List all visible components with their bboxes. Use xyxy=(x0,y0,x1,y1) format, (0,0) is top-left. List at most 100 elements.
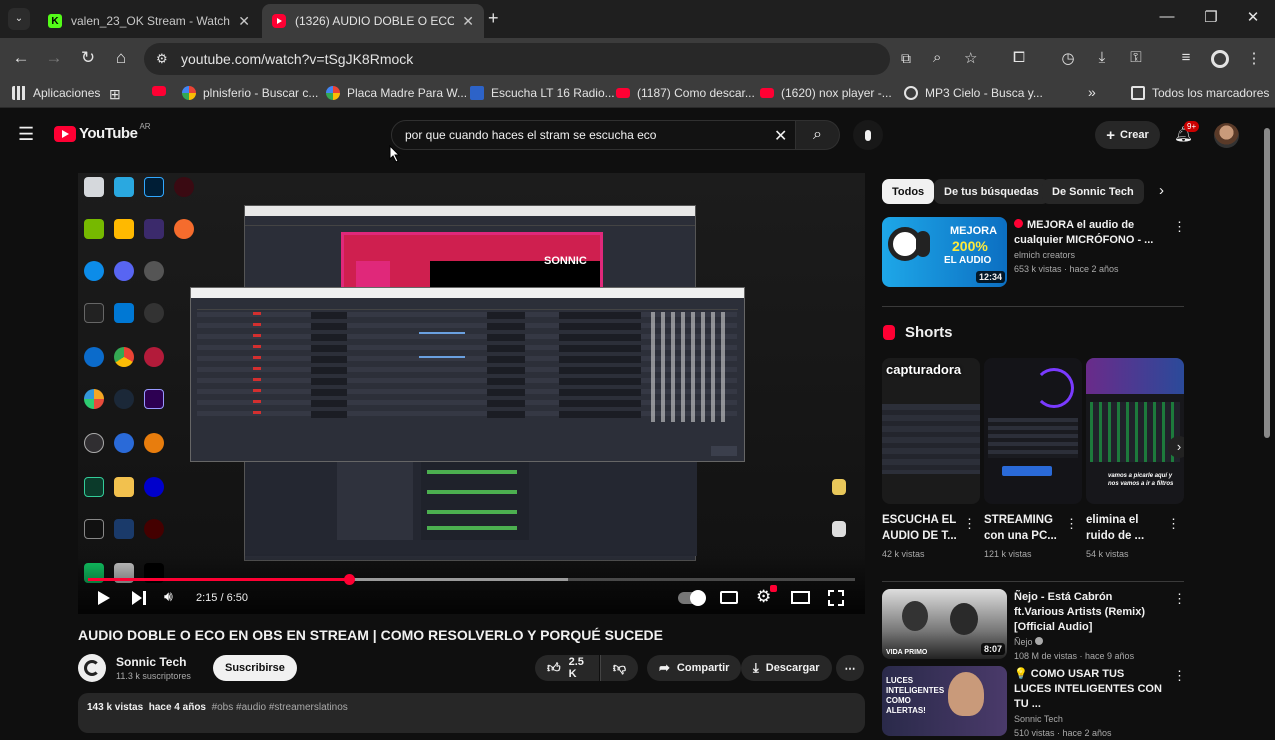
short-thumbnail[interactable]: capturadora xyxy=(882,358,980,504)
short-menu-icon[interactable]: ⋮ xyxy=(1167,516,1180,532)
description-box[interactable]: 143 k vistas hace 4 años #obs #audio #st… xyxy=(78,693,865,733)
theater-mode-icon[interactable] xyxy=(791,591,810,604)
chips-next-chevron-icon[interactable]: › xyxy=(1159,182,1164,199)
bookmark-radio[interactable]: Escucha LT 16 Radio... xyxy=(470,86,615,100)
kick-icon: K xyxy=(48,14,62,28)
rec-info[interactable]: 💡 COMO USAR TUS LUCES INTELIGENTES CON T… xyxy=(1014,667,1164,740)
short-menu-icon[interactable]: ⋮ xyxy=(963,516,976,532)
new-tab-button[interactable]: + xyxy=(488,8,499,29)
url-text[interactable]: youtube.com/watch?v=tSgJK8Rmock xyxy=(181,51,413,67)
install-app-icon[interactable]: ⧉ xyxy=(901,50,911,67)
obs-brand-text: SONNIC xyxy=(544,255,587,267)
account-avatar[interactable] xyxy=(1214,123,1239,148)
profile-icon[interactable] xyxy=(1211,50,1229,68)
page-scrollbar[interactable] xyxy=(1264,128,1270,438)
settings-hd-badge xyxy=(770,585,777,592)
more-actions-button[interactable]: ⋯ xyxy=(836,655,864,681)
red-circle-icon xyxy=(1014,219,1023,228)
shorts-header: Shorts xyxy=(883,324,953,341)
youtube-favicon-icon xyxy=(152,86,166,96)
short-thumbnail[interactable]: vamos a picarle aquí y nos vamos a ir a … xyxy=(1086,358,1184,504)
rec-thumbnail[interactable]: MEJORA 200% EL AUDIO 12:34 xyxy=(882,217,1007,287)
volume-icon[interactable]: 🔊︎ xyxy=(164,588,173,605)
scrubber-handle[interactable] xyxy=(344,574,355,585)
notifications-button[interactable]: 🔔︎ 9+ xyxy=(1174,121,1200,144)
fullscreen-icon[interactable] xyxy=(828,590,844,606)
rec-menu-icon[interactable]: ⋮ xyxy=(1173,591,1186,607)
bookmark-google-2[interactable]: Placa Madre Para W... xyxy=(326,86,467,100)
restore-icon[interactable]: ❐ xyxy=(1196,8,1226,26)
home-icon[interactable]: ⌂ xyxy=(109,48,133,68)
close-tab-icon[interactable]: ✕ xyxy=(462,13,474,30)
subscribe-button[interactable]: Suscribirse xyxy=(213,655,297,681)
extensions-icon[interactable]: ⧠ xyxy=(1008,49,1030,66)
bookmark-youtube-1620[interactable]: (1620) nox player -... xyxy=(760,86,892,100)
rec-info[interactable]: Ñejo - Está Cabrón ft.Various Artists (R… xyxy=(1014,590,1164,663)
short-info[interactable]: ESCUCHA EL AUDIO DE T... 42 k vistas xyxy=(882,512,964,561)
bookmark-google-1[interactable]: plnisferio - Buscar c... xyxy=(182,86,318,100)
chip-todos[interactable]: Todos xyxy=(882,179,935,204)
address-bar[interactable]: ⚙ youtube.com/watch?v=tSgJK8Rmock ⧉ ⌕ ☆ xyxy=(144,43,977,75)
rec-menu-icon[interactable]: ⋮ xyxy=(1173,219,1186,235)
media-control-icon[interactable]: ≡ xyxy=(1175,49,1197,66)
tab-youtube-video[interactable]: (1326) AUDIO DOBLE O ECO EN... ✕ xyxy=(262,4,484,38)
downloads-icon[interactable]: ⤓ xyxy=(1091,49,1113,66)
reload-icon[interactable]: ↻ xyxy=(76,48,100,68)
next-icon[interactable] xyxy=(132,591,146,605)
password-key-icon[interactable]: ⚿ xyxy=(1125,49,1147,66)
divider xyxy=(882,581,1184,582)
search-input[interactable]: por que cuando haces el stram se escucha… xyxy=(391,120,796,150)
bookmark-apps[interactable]: Aplicaciones xyxy=(12,86,100,100)
bookmark-grid[interactable]: ⊞ xyxy=(109,86,121,103)
back-icon[interactable]: ← xyxy=(9,48,33,68)
microphone-icon xyxy=(865,129,871,141)
forward-icon[interactable]: → xyxy=(42,48,66,68)
site-info-icon[interactable]: ⚙ xyxy=(156,51,168,67)
bookmarks-overflow-chevron[interactable]: » xyxy=(1088,84,1096,100)
progress-bar[interactable] xyxy=(88,574,855,585)
download-button[interactable]: ⤓ Descargar xyxy=(741,655,832,681)
minimize-icon[interactable]: — xyxy=(1152,8,1182,25)
youtube-logo[interactable]: YouTube AR xyxy=(54,122,151,142)
rec-thumbnail[interactable]: LUCES INTELIGENTES COMO ALERTAS! xyxy=(882,666,1007,736)
search-button[interactable]: ⌕ xyxy=(796,120,840,150)
guide-menu-icon[interactable]: ☰ xyxy=(18,124,34,145)
video-player[interactable]: SONNIC 🔊︎ 2:15 / 6:50 ⚙ xyxy=(78,173,865,614)
tab-search-button[interactable]: ⌄ xyxy=(8,8,30,30)
create-button[interactable]: + Crear xyxy=(1095,121,1160,149)
time-display: 2:15 / 6:50 xyxy=(196,592,248,604)
bookmark-star-icon[interactable]: ☆ xyxy=(964,49,977,67)
history-icon[interactable]: ◷ xyxy=(1057,49,1079,67)
short-menu-icon[interactable]: ⋮ xyxy=(1065,516,1078,532)
close-tab-icon[interactable]: ✕ xyxy=(238,13,250,30)
play-icon[interactable] xyxy=(98,591,110,605)
tab-kick-stream[interactable]: K valen_23_OK Stream - Watch Li... ✕ xyxy=(38,4,260,38)
bookmark-mp3[interactable]: MP3 Cielo - Busca y... xyxy=(904,86,1043,100)
dislike-button[interactable]: 👎︎ xyxy=(600,655,638,681)
rec-thumbnail[interactable]: VIDA PRIMO 8:07 xyxy=(882,589,1007,659)
close-window-icon[interactable]: ✕ xyxy=(1238,8,1268,26)
short-thumbnail[interactable] xyxy=(984,358,1082,504)
download-icon: ⤓ xyxy=(753,660,759,675)
menu-kebab-icon[interactable]: ⋮ xyxy=(1243,49,1265,67)
bookmark-all[interactable]: Todos los marcadores xyxy=(1131,86,1269,100)
voice-search-button[interactable] xyxy=(853,120,883,150)
share-button[interactable]: ➦ Compartir xyxy=(647,655,742,681)
channel-avatar[interactable] xyxy=(78,654,106,682)
bookmark-youtube-1187[interactable]: (1187) Como descar... xyxy=(616,86,755,100)
channel-name[interactable]: Sonnic Tech xyxy=(116,655,186,669)
autoplay-toggle[interactable] xyxy=(678,590,706,606)
subtitles-icon[interactable] xyxy=(720,591,738,604)
clear-search-icon[interactable]: ✕ xyxy=(774,126,787,146)
zoom-icon[interactable]: ⌕ xyxy=(933,49,941,66)
rec-info[interactable]: MEJORA el audio de cualquier MICRÓFONO -… xyxy=(1014,218,1164,276)
shorts-next-button[interactable]: › xyxy=(1168,436,1184,458)
bookmark-youtube[interactable] xyxy=(152,86,173,96)
chip-de-tus-busquedas[interactable]: De tus búsquedas xyxy=(934,179,1049,204)
like-button[interactable]: 👍︎ 2.5 K xyxy=(535,655,599,681)
short-info[interactable]: elimina el ruido de ... 54 k vistas xyxy=(1086,512,1168,561)
short-info[interactable]: STREAMING con una PC... 121 k vistas xyxy=(984,512,1066,561)
rec-menu-icon[interactable]: ⋮ xyxy=(1173,668,1186,684)
chip-de-sonnic-tech[interactable]: De Sonnic Tech xyxy=(1042,179,1144,204)
settings-gear-icon[interactable]: ⚙ xyxy=(756,587,771,607)
